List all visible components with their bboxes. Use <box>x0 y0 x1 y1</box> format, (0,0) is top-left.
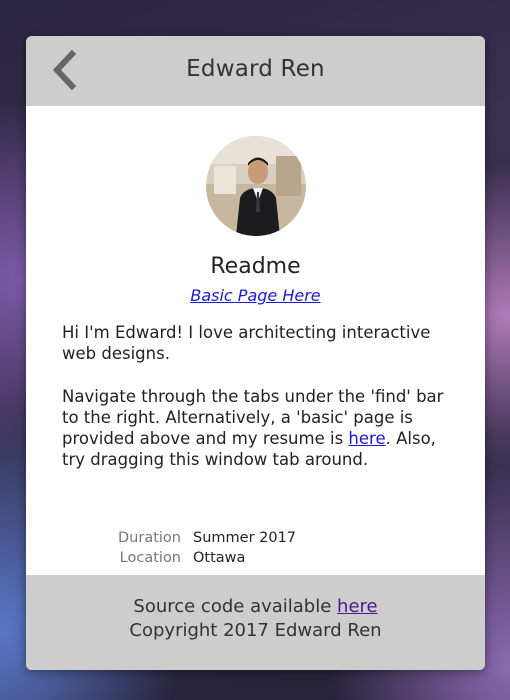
readme-heading: Readme <box>210 254 301 279</box>
source-code-line: Source code available here <box>26 595 485 619</box>
location-value: Ottawa <box>193 550 246 566</box>
profile-photo <box>206 136 306 236</box>
window-title: Edward Ren <box>186 56 325 82</box>
meta-row-duration: Duration Summer 2017 <box>106 528 296 548</box>
window-footer: Source code available here Copyright 201… <box>26 575 485 670</box>
resume-link[interactable]: here <box>348 429 385 448</box>
meta-info: Duration Summer 2017 Location Ottawa <box>106 528 296 568</box>
source-code-text: Source code available <box>133 596 338 617</box>
location-label: Location <box>119 550 181 566</box>
readme-window[interactable]: Edward Ren Readme Basic Page Here Hi I'm… <box>26 36 485 670</box>
window-titlebar[interactable]: Edward Ren <box>26 36 485 106</box>
source-code-link[interactable]: here <box>337 596 378 617</box>
copyright-text: Copyright 2017 Edward Ren <box>129 620 382 641</box>
navigation-text: Navigate through the tabs under the 'fin… <box>62 386 452 470</box>
duration-value: Summer 2017 <box>193 530 297 546</box>
meta-row-location: Location Ottawa <box>106 548 296 568</box>
duration-label: Duration <box>118 530 181 546</box>
basic-page-link[interactable]: Basic Page Here <box>26 286 485 305</box>
intro-text: Hi I'm Edward! I love architecting inter… <box>62 323 431 363</box>
